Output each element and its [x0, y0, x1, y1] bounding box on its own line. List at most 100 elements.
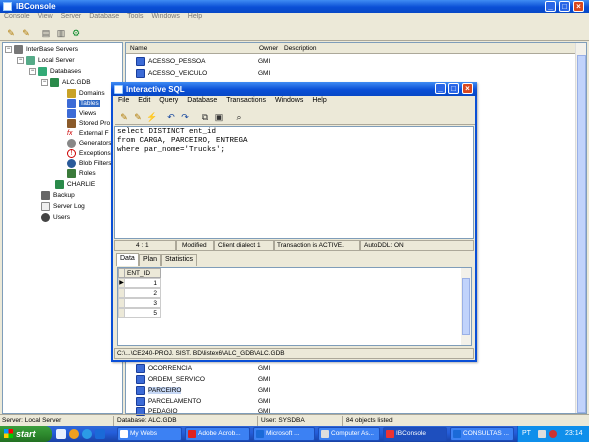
- task-computer-associates[interactable]: Computer As...: [318, 427, 380, 441]
- grid-cell[interactable]: 2: [124, 288, 161, 298]
- sql-menu-windows[interactable]: Windows: [275, 97, 303, 104]
- table-icon: [136, 56, 145, 66]
- tree-node-server-log[interactable]: Server Log: [41, 202, 85, 212]
- tab-plan[interactable]: Plan: [139, 254, 162, 266]
- tree-node-stored-procedures[interactable]: Stored Pro: [67, 119, 110, 129]
- tree-node-external-functions[interactable]: fx External F: [67, 129, 109, 139]
- sql-maximize-icon[interactable]: □: [448, 83, 459, 94]
- menu-database[interactable]: Database: [89, 13, 119, 20]
- interactive-sql-icon[interactable]: ⚙: [70, 27, 82, 39]
- close-icon[interactable]: ×: [573, 1, 584, 12]
- start-button[interactable]: start: [0, 426, 52, 442]
- scrollbar-thumb[interactable]: [462, 278, 470, 335]
- generators-icon: [67, 139, 76, 148]
- disconnect-icon[interactable]: ✎: [20, 27, 32, 39]
- tree-node-local-server[interactable]: − Local Server: [17, 56, 75, 66]
- rollback-icon[interactable]: ↷: [179, 111, 191, 123]
- minimize-icon[interactable]: _: [545, 1, 556, 12]
- tree-node-interbase-servers[interactable]: − InterBase Servers: [5, 45, 78, 55]
- clock[interactable]: 23:14: [565, 426, 583, 442]
- tree-node-roles[interactable]: Roles: [67, 169, 96, 179]
- menu-help[interactable]: Help: [188, 13, 202, 20]
- tab-statistics[interactable]: Statistics: [161, 254, 198, 266]
- task-my-webs[interactable]: My Webs: [117, 427, 182, 441]
- results-grid[interactable]: ENT_ID ▶ 1 2 3 5: [117, 267, 472, 346]
- tree-node-exceptions[interactable]: ! Exceptions: [67, 149, 111, 159]
- grid-vertical-scrollbar[interactable]: [461, 268, 471, 345]
- unregister-icon[interactable]: ▥: [55, 27, 67, 39]
- tree-node-users[interactable]: Users: [41, 213, 70, 223]
- sql-menu-query[interactable]: Query: [159, 97, 178, 104]
- task-microsoft[interactable]: Microsoft ...: [253, 427, 315, 441]
- server-tree[interactable]: − InterBase Servers − Local Server − Databa…: [2, 42, 123, 414]
- previous-query-icon[interactable]: ✎: [118, 111, 130, 123]
- paste-icon[interactable]: ▣: [213, 111, 225, 123]
- status-object-count: 84 objects listed: [346, 417, 393, 424]
- collapse-icon[interactable]: −: [41, 79, 48, 86]
- list-vertical-scrollbar[interactable]: [575, 43, 586, 413]
- table-icon: [136, 385, 145, 395]
- column-header-owner[interactable]: Owner: [259, 45, 278, 52]
- quicklaunch-ie-icon[interactable]: [82, 429, 92, 439]
- column-header-description[interactable]: Description: [284, 45, 317, 52]
- tree-node-tables[interactable]: Tables: [67, 99, 100, 109]
- list-item[interactable]: ACESSO_PESSOA GMI: [136, 56, 270, 67]
- tree-node-label: Tables: [79, 100, 100, 108]
- connect-icon[interactable]: ✎: [5, 27, 17, 39]
- grid-cell[interactable]: 1: [124, 278, 161, 288]
- grid-cell[interactable]: 3: [124, 298, 161, 308]
- sql-menu-help[interactable]: Help: [312, 97, 326, 104]
- tray-app-icon[interactable]: [549, 430, 557, 438]
- grid-cell[interactable]: 5: [124, 308, 161, 318]
- tree-node-databases[interactable]: − Databases: [29, 67, 81, 77]
- task-consultas[interactable]: CONSULTAS ...: [450, 427, 514, 441]
- quicklaunch-desktop-icon[interactable]: [56, 429, 66, 439]
- sql-menu-database[interactable]: Database: [187, 97, 217, 104]
- column-header-ent-id[interactable]: ENT_ID: [124, 268, 161, 278]
- menu-console[interactable]: Console: [4, 13, 30, 20]
- collapse-icon[interactable]: −: [29, 68, 36, 75]
- commit-icon[interactable]: ↶: [165, 111, 177, 123]
- sql-minimize-icon[interactable]: _: [435, 83, 446, 94]
- task-adobe-acrobat[interactable]: Adobe Acrob...: [185, 427, 250, 441]
- menu-server[interactable]: Server: [61, 13, 82, 20]
- sql-menu-transactions[interactable]: Transactions: [226, 97, 266, 104]
- tree-node-alc-gdb[interactable]: − ALC.GDB: [41, 78, 91, 88]
- find-icon[interactable]: ⌕: [233, 111, 245, 123]
- network-icon[interactable]: [538, 430, 546, 438]
- register-icon[interactable]: ▤: [40, 27, 52, 39]
- tree-node-backup[interactable]: Backup: [41, 191, 75, 201]
- menu-tools[interactable]: Tools: [127, 13, 143, 20]
- menu-windows[interactable]: Windows: [151, 13, 179, 20]
- sql-close-icon[interactable]: ×: [462, 83, 473, 94]
- column-header-name[interactable]: Name: [130, 45, 147, 52]
- tree-node-generators[interactable]: Generators: [67, 139, 112, 149]
- list-item[interactable]: PARCEIRO GMI: [136, 385, 270, 396]
- tree-node-domains[interactable]: Domains: [67, 89, 105, 99]
- task-ibconsole[interactable]: IBConsole: [383, 427, 447, 441]
- maximize-icon[interactable]: □: [559, 1, 570, 12]
- sql-menu-edit[interactable]: Edit: [138, 97, 150, 104]
- table-icon: [136, 363, 145, 373]
- list-item[interactable]: ACESSO_VEICULO GMI: [136, 68, 270, 79]
- sql-editor[interactable]: select DISTINCT ent_id from CARGA, PARCE…: [114, 126, 474, 239]
- copy-icon[interactable]: ⧉: [199, 111, 211, 123]
- tree-node-blob-filters[interactable]: Blob Filters: [67, 159, 112, 169]
- scrollbar-thumb[interactable]: [577, 55, 586, 413]
- sql-title-bar[interactable]: Interactive SQL _ □ ×: [111, 82, 477, 96]
- menu-view[interactable]: View: [38, 13, 53, 20]
- quicklaunch-word-icon[interactable]: [95, 429, 105, 439]
- table-icon: [136, 396, 145, 406]
- tree-node-charlie[interactable]: CHARLIE: [55, 180, 95, 190]
- execute-query-icon[interactable]: ⚡: [146, 111, 158, 123]
- sql-menu-file[interactable]: File: [118, 97, 129, 104]
- tree-node-views[interactable]: Views: [67, 109, 96, 119]
- language-indicator[interactable]: PT: [522, 426, 531, 442]
- list-item[interactable]: ORDEM_SERVICO GMI: [136, 374, 270, 385]
- list-item[interactable]: OCORRENCIA GMI: [136, 363, 270, 374]
- collapse-icon[interactable]: −: [17, 57, 24, 64]
- collapse-icon[interactable]: −: [5, 46, 12, 53]
- next-query-icon[interactable]: ✎: [132, 111, 144, 123]
- tab-data[interactable]: Data: [116, 253, 139, 266]
- quicklaunch-explorer-icon[interactable]: [69, 429, 79, 439]
